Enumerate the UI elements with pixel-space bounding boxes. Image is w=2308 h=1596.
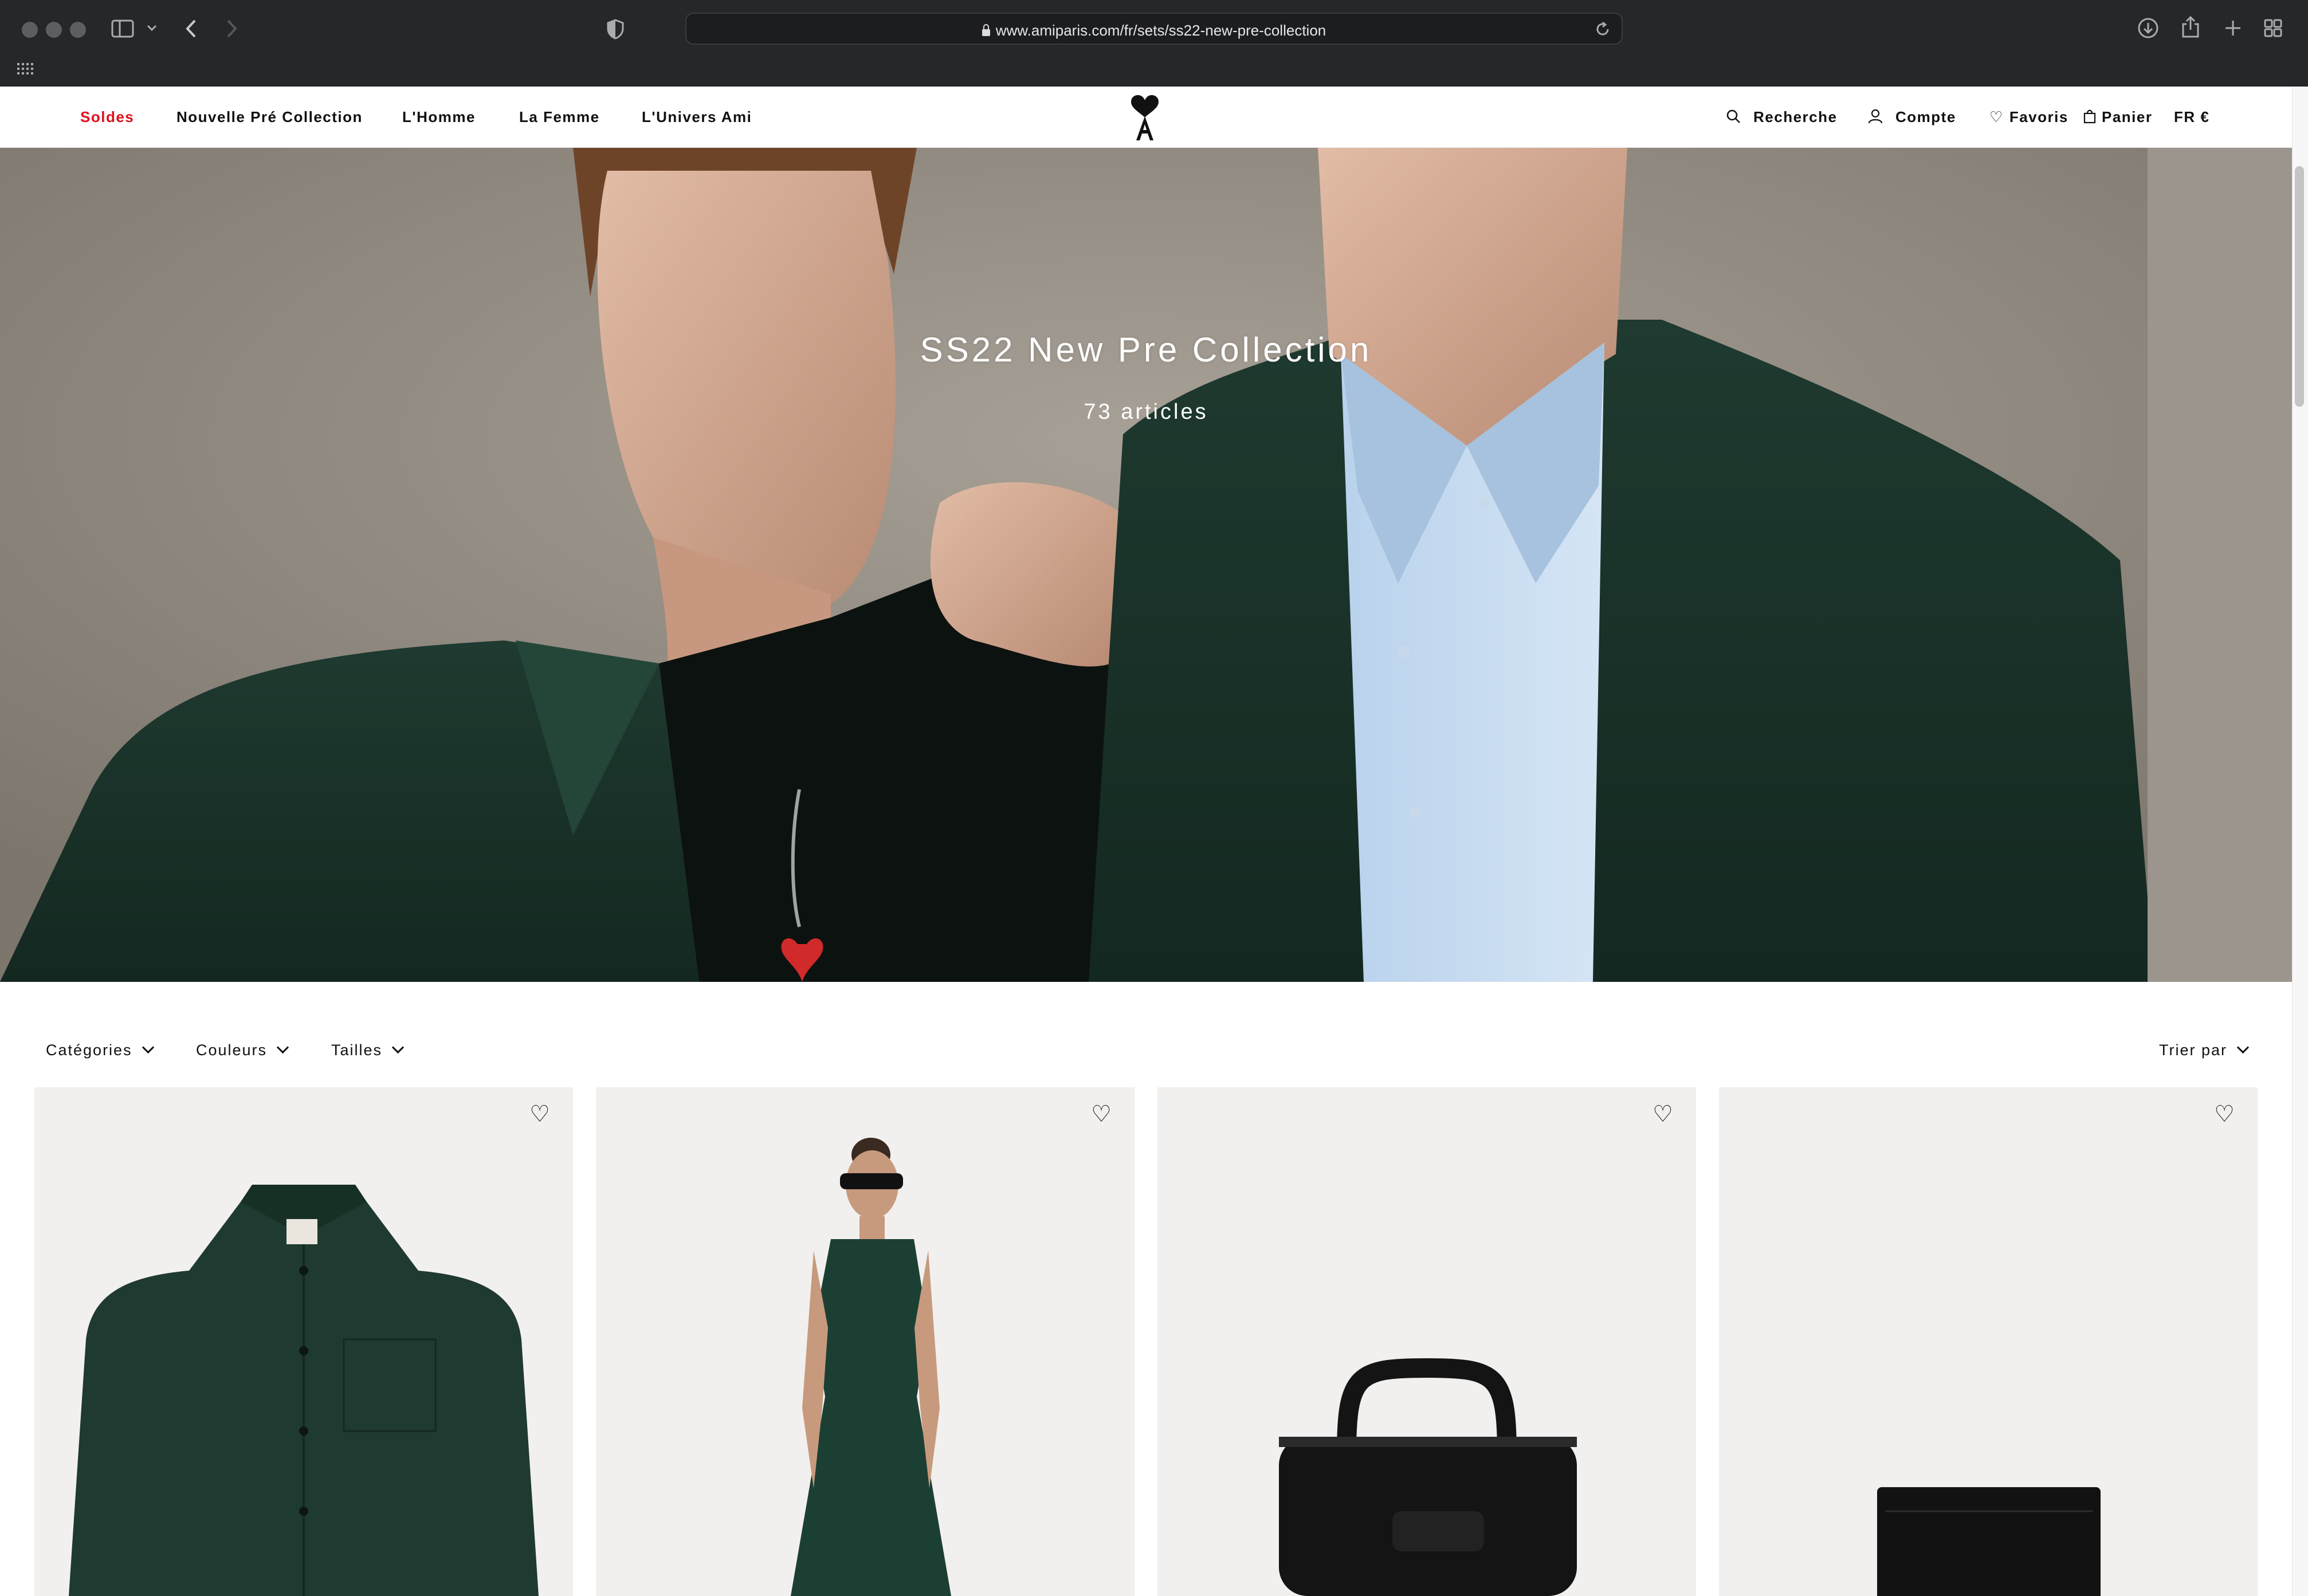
url-text: www.amiparis.com/fr/sets/ss22-new-pre-co… xyxy=(995,22,1326,39)
article-count: 73 articles xyxy=(1084,400,1208,424)
reload-icon[interactable] xyxy=(1594,21,1611,38)
nav-item-homme[interactable]: L'Homme xyxy=(402,108,476,126)
hero-banner: SS22 New Pre Collection 73 articles xyxy=(0,148,2292,982)
favorites-link[interactable]: ♡ Favoris xyxy=(1989,108,2068,126)
search-icon xyxy=(1726,109,1740,123)
zoom-window-button[interactable] xyxy=(70,22,86,38)
product-image-dress xyxy=(791,1138,951,1596)
search-link[interactable]: Recherche xyxy=(1726,108,1837,126)
share-icon[interactable] xyxy=(2181,15,2200,39)
chevron-down-icon xyxy=(391,1041,405,1054)
collection-title: SS22 New Pre Collection xyxy=(920,331,1372,369)
sort-dropdown[interactable]: Trier par xyxy=(2159,1041,2250,1059)
back-icon[interactable] xyxy=(185,18,197,39)
shield-icon[interactable] xyxy=(606,18,625,40)
page-scrollbar-thumb[interactable] xyxy=(2295,166,2304,407)
product-image-card-holder xyxy=(1877,1487,2101,1596)
heart-icon: ♡ xyxy=(1989,109,2004,126)
chevron-down-icon xyxy=(276,1041,289,1054)
product-card[interactable]: ♡ xyxy=(596,1087,1135,1596)
bag-icon xyxy=(2083,109,2096,124)
nav-item-soldes[interactable]: Soldes xyxy=(80,108,134,126)
hero-photo xyxy=(0,148,2292,982)
new-tab-icon[interactable] xyxy=(2223,18,2243,38)
cart-link[interactable]: Panier xyxy=(2083,108,2153,126)
forward-icon[interactable] xyxy=(226,18,238,39)
close-window-button[interactable] xyxy=(22,22,38,38)
favorites-label: Favoris xyxy=(2009,108,2068,125)
nav-item-femme[interactable]: La Femme xyxy=(519,108,600,126)
grid-icon[interactable] xyxy=(17,63,33,74)
product-card[interactable]: ♡ xyxy=(1719,1087,2258,1596)
product-image-bag xyxy=(1279,1358,1577,1596)
address-bar[interactable]: www.amiparis.com/fr/sets/ss22-new-pre-co… xyxy=(685,13,1623,45)
lock-icon xyxy=(982,24,990,36)
tab-overview-icon[interactable] xyxy=(2263,18,2283,38)
product-card[interactable]: ♡ xyxy=(34,1087,573,1596)
filter-categories-label: Catégories xyxy=(46,1041,132,1059)
search-label: Recherche xyxy=(1753,108,1838,125)
site-header: Soldes Nouvelle Pré Collection L'Homme L… xyxy=(0,87,2292,148)
filter-colors[interactable]: Couleurs xyxy=(196,1041,289,1059)
sidebar-icon[interactable] xyxy=(111,19,134,38)
chevron-down-icon xyxy=(2236,1041,2250,1054)
account-link[interactable]: Compte xyxy=(1868,108,1956,126)
nav-item-nouvelle-pre-collection[interactable]: Nouvelle Pré Collection xyxy=(176,108,363,126)
product-image-jacket xyxy=(69,1185,539,1596)
filter-categories[interactable]: Catégories xyxy=(46,1041,154,1059)
download-icon[interactable] xyxy=(2137,17,2159,39)
chevron-down-icon[interactable] xyxy=(147,24,157,32)
account-label: Compte xyxy=(1895,108,1956,125)
user-icon xyxy=(1868,109,1883,124)
browser-chrome: www.amiparis.com/fr/sets/ss22-new-pre-co… xyxy=(0,0,2308,87)
cart-label: Panier xyxy=(2102,108,2153,125)
chevron-down-icon xyxy=(142,1041,154,1054)
product-card[interactable]: ♡ xyxy=(1157,1087,1696,1596)
filter-sizes-label: Tailles xyxy=(331,1041,383,1059)
locale-selector[interactable]: FR € xyxy=(2174,108,2209,126)
sort-label: Trier par xyxy=(2159,1041,2228,1059)
filter-sizes[interactable]: Tailles xyxy=(331,1041,405,1059)
nav-item-univers-ami[interactable]: L'Univers Ami xyxy=(642,108,752,126)
minimize-window-button[interactable] xyxy=(46,22,62,38)
brand-logo[interactable] xyxy=(1128,95,1162,141)
filter-colors-label: Couleurs xyxy=(196,1041,268,1059)
